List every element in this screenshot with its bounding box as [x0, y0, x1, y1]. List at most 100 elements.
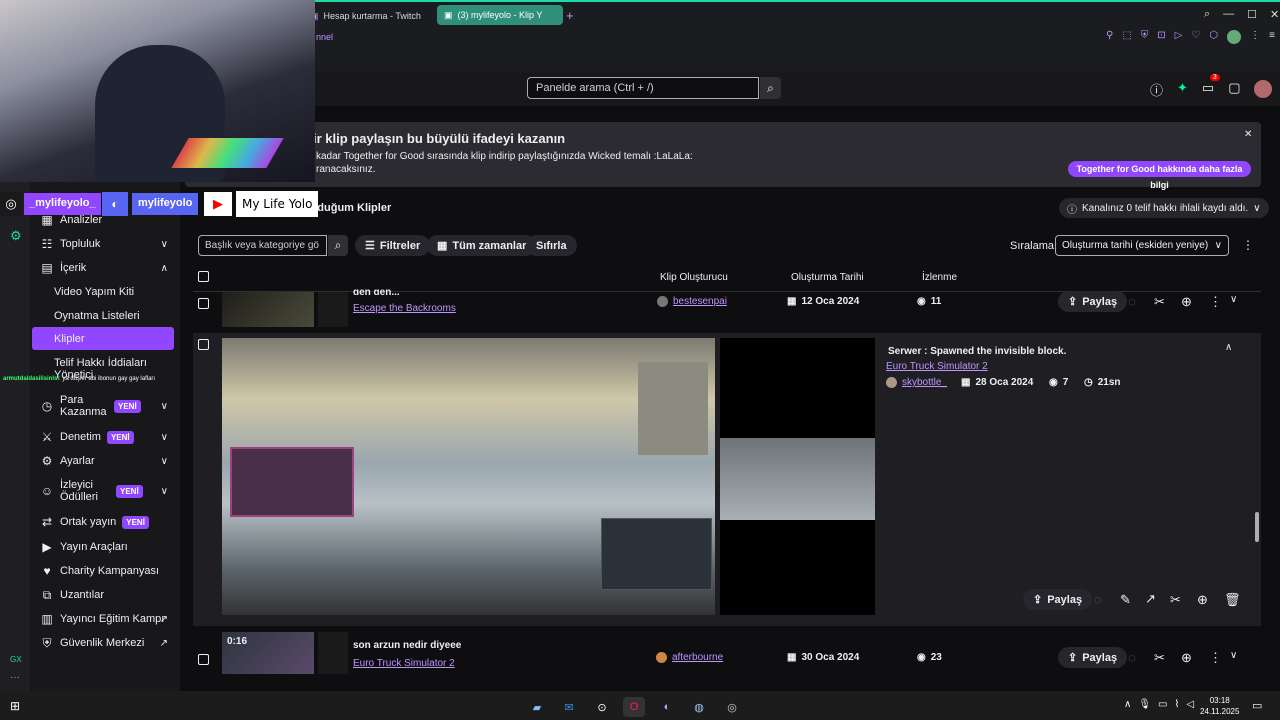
external-link-icon[interactable]: ↗ — [1145, 591, 1156, 607]
filters-button[interactable]: ☰ Filtreler — [355, 235, 431, 256]
pay-icon[interactable]: ⊡ — [1157, 30, 1165, 44]
microphone-icon[interactable]: 🎙 — [1138, 699, 1151, 710]
share-button[interactable]: ⇪ Paylaş — [1023, 589, 1093, 610]
time-range-button[interactable]: ▦ Tüm zamanlar — [427, 235, 537, 256]
add-icon[interactable]: ⊕ — [1181, 294, 1192, 310]
discord-taskbar-icon[interactable]: ◐ — [656, 697, 678, 717]
notification-center-icon[interactable]: ▭ — [1252, 699, 1262, 712]
help-icon[interactable]: ⓘ — [1150, 80, 1163, 99]
chevron-down-icon[interactable]: ∨ — [1230, 294, 1237, 305]
outlook-icon[interactable]: ✉ — [558, 697, 580, 717]
sidebar-item-charity[interactable]: ♥ Charity Kampanyası — [32, 563, 178, 579]
clip-category-link[interactable]: Euro Truck Simulator 2 — [353, 658, 455, 669]
pencil-icon[interactable]: ✎ — [1120, 592, 1131, 608]
clip-edit-icon[interactable]: ✂ — [1154, 294, 1165, 310]
sidebar-item-klipler[interactable]: Klipler — [32, 327, 174, 350]
shield-icon[interactable]: ⛨ — [1141, 30, 1149, 44]
row-checkbox[interactable] — [198, 654, 209, 665]
row-checkbox[interactable] — [198, 339, 209, 350]
banner-close-icon[interactable]: ✕ — [1244, 129, 1252, 140]
more-icon[interactable]: ⋮ — [1250, 30, 1260, 44]
rail-more-icon[interactable]: ··· — [10, 672, 20, 683]
more-icon[interactable]: ⋮ — [1209, 294, 1222, 310]
copyright-notice[interactable]: ⓘ Kanalınız 0 telif hakkı ihlali kaydı al… — [1059, 198, 1269, 218]
sidebar-item-para[interactable]: ◷ Para Kazanma YENİ ∨ — [32, 393, 178, 419]
sidebar-item-icerik[interactable]: ▤ İçerik ∧ — [32, 260, 178, 276]
clip-search-field[interactable]: Başlık veya kategoriye gö — [198, 235, 327, 256]
sidebar-item-uzantilar[interactable]: ⧉ Uzantılar — [32, 587, 178, 603]
sidebar-item-ortak[interactable]: ⇄ Ortak yayın YENİ — [32, 514, 178, 530]
clip-search-button[interactable]: ⌕ — [328, 235, 348, 256]
close-icon[interactable]: ✕ — [1270, 8, 1279, 21]
spark-icon[interactable]: ✦ — [1177, 80, 1188, 99]
sidebar-item-topluluk[interactable]: ☷ Topluluk ∨ — [32, 236, 178, 252]
new-tab-button[interactable]: + — [566, 8, 574, 23]
sort-select[interactable]: Oluşturma tarihi (eskiden yeniye) ∨ — [1055, 235, 1229, 256]
chevron-up-icon[interactable]: ∧ — [1124, 699, 1131, 710]
sidebar-item-video-kit[interactable]: Video Yapım Kiti — [32, 284, 178, 300]
user-avatar[interactable] — [1254, 80, 1272, 98]
row-checkbox[interactable] — [198, 298, 209, 309]
chevron-down-icon: ∨ — [160, 485, 168, 497]
select-all-checkbox[interactable] — [198, 271, 209, 282]
whisper-icon[interactable]: ▢ — [1228, 80, 1240, 99]
share-button[interactable]: ⇪ Paylaş — [1058, 647, 1128, 668]
sidebar-item-izleyici[interactable]: ☺ İzleyici Ödülleri YENİ ∨ — [32, 478, 178, 504]
reset-button[interactable]: Sıfırla — [526, 235, 577, 256]
screenshot-icon[interactable]: ⬚ — [1122, 30, 1131, 44]
clip-creator[interactable]: bestesenpai — [657, 296, 727, 307]
settings-gear-icon[interactable]: ⚙ — [10, 228, 22, 244]
sort-label: Sıralama: — [1010, 240, 1058, 252]
inbox-icon[interactable]: ▭ 3 — [1202, 74, 1220, 99]
chevron-up-icon[interactable]: ∧ — [1225, 342, 1232, 353]
sidebar-item-guvenlik[interactable]: ⛨ Güvenlik Merkezi ↗ — [32, 635, 178, 651]
menu-icon[interactable]: ≡ — [1269, 30, 1275, 44]
sidebar-item-araclar[interactable]: ▶ Yayın Araçları — [32, 539, 178, 555]
search-icon[interactable]: ⌕ — [1204, 8, 1210, 21]
clock[interactable]: 03:18 24.11.2025 — [1200, 695, 1239, 717]
opera-gx-icon[interactable]: O — [623, 697, 645, 717]
sidebar-item-ayarlar[interactable]: ⚙ Ayarlar ∨ — [32, 453, 178, 469]
more-options-icon[interactable]: ⋮ — [1242, 238, 1254, 252]
add-icon[interactable]: ⊕ — [1181, 650, 1192, 666]
browser-tab-2[interactable]: ▣ (3) mylifeyolo - Klip Y — [437, 5, 563, 25]
clip-search-input[interactable]: Başlık veya kategoriye gö — [205, 240, 319, 251]
sidebar-item-playlists[interactable]: Oynatma Listeleri — [32, 308, 178, 324]
clip-thumbnail-preview — [318, 632, 348, 674]
heart-icon[interactable]: ♡ — [1191, 30, 1200, 44]
wifi-icon[interactable]: ⌇ — [1174, 699, 1179, 710]
clip-thumbnail[interactable] — [222, 292, 314, 327]
search-box[interactable]: Panelde arama (Ctrl + /) — [527, 77, 759, 99]
clip-category-link[interactable]: Escape the Backrooms — [353, 303, 456, 314]
sidebar-item-egitim[interactable]: ▥ Yayıncı Eğitim Kampı ↗ — [32, 611, 178, 627]
chevron-down-icon[interactable]: ∨ — [1230, 650, 1237, 661]
extension-icon[interactable]: ⬡ — [1209, 30, 1218, 44]
volume-icon[interactable]: ◁ — [1186, 699, 1194, 710]
network-icon[interactable]: ▭ — [1158, 699, 1167, 710]
maximize-icon[interactable]: ☐ — [1247, 8, 1257, 21]
scrollbar-thumb[interactable] — [1255, 512, 1259, 542]
add-icon[interactable]: ⊕ — [1197, 592, 1208, 608]
share-button[interactable]: ⇪ Paylaş — [1058, 291, 1128, 312]
clip-edit-icon[interactable]: ✂ — [1170, 592, 1181, 608]
play-icon[interactable]: ▷ — [1175, 30, 1183, 44]
browser-tab-1[interactable]: ▣Hesap kurtarma - Twitch — [310, 6, 434, 26]
trash-icon[interactable]: 🗑 — [1224, 592, 1241, 608]
windows-start-icon[interactable]: ⊞ — [10, 699, 20, 713]
chrome-icon[interactable]: ◎ — [721, 697, 743, 717]
more-icon[interactable]: ⋮ — [1209, 650, 1222, 666]
clip-creator[interactable]: afterbourne — [656, 652, 723, 663]
search-button[interactable]: ⌕ — [760, 77, 781, 99]
clip-edit-icon[interactable]: ✂ — [1154, 650, 1165, 666]
minimize-icon[interactable]: — — [1223, 8, 1234, 21]
pin-icon[interactable]: ⚲ — [1106, 30, 1113, 44]
sidebar-item-denetim[interactable]: ⚔ Denetim YENİ ∨ — [32, 429, 178, 445]
steam-icon[interactable]: ◍ — [688, 697, 710, 717]
obs-icon[interactable]: ⊙ — [591, 697, 613, 717]
clip-creator[interactable]: skybottle_ — [886, 377, 947, 388]
clip-category-link[interactable]: Euro Truck Simulator 2 — [886, 361, 988, 372]
banner-info-button[interactable]: Together for Good hakkında daha fazla bi… — [1068, 161, 1251, 190]
search-input[interactable]: Panelde arama (Ctrl + /) — [536, 82, 654, 94]
profile-icon[interactable] — [1227, 30, 1242, 44]
file-explorer-icon[interactable]: ▰ — [526, 697, 548, 717]
